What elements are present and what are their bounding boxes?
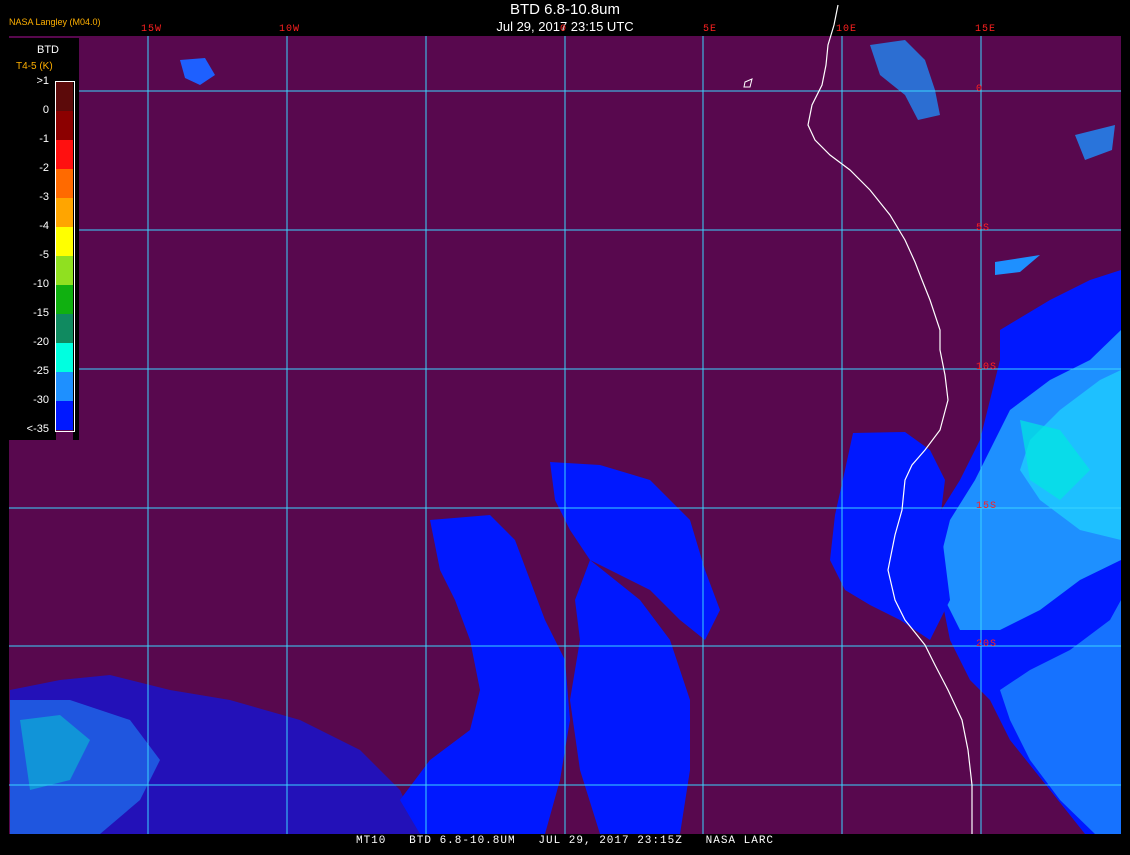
legend-heading: BTD bbox=[37, 44, 59, 56]
lon-label-15e: 15E bbox=[975, 24, 997, 35]
legend-label: -5 bbox=[39, 249, 49, 261]
legend-swatch bbox=[56, 140, 73, 169]
legend-label: -15 bbox=[33, 307, 49, 319]
map-title: BTD 6.8-10.8um bbox=[509, 1, 621, 18]
legend-label: <-35 bbox=[26, 423, 49, 435]
legend-label: -25 bbox=[33, 365, 49, 377]
lon-label-10w: 10W bbox=[279, 24, 301, 35]
legend-swatch bbox=[56, 430, 73, 459]
legend-swatch bbox=[56, 256, 73, 285]
lon-label-0: 0 bbox=[560, 24, 568, 35]
lon-label-5e: 5E bbox=[703, 24, 718, 35]
legend-label: -10 bbox=[33, 278, 49, 290]
color-legend: BTD T4-5 (K) >1 0 -1 -2 -3 -4 -5 -10 -15 -20 -25 -3… bbox=[9, 38, 79, 459]
legend-swatch bbox=[56, 111, 73, 140]
legend-swatch bbox=[56, 198, 73, 227]
legend-swatch bbox=[56, 343, 73, 372]
lat-label-20s: 20S bbox=[976, 639, 998, 650]
legend-label: 0 bbox=[42, 104, 49, 116]
legend-swatch bbox=[56, 372, 73, 401]
map-image bbox=[0, 0, 1130, 850]
lat-label-0: 0 bbox=[976, 84, 984, 95]
legend-label: >1 bbox=[36, 75, 49, 87]
legend-label: -20 bbox=[33, 336, 49, 348]
lon-label-15w: 15W bbox=[141, 24, 163, 35]
legend-label: -1 bbox=[39, 133, 49, 145]
legend-label: -2 bbox=[39, 162, 49, 174]
lon-label-10e: 10E bbox=[836, 24, 858, 35]
lat-label-5s: 5S bbox=[976, 223, 991, 234]
lat-label-15s: 15S bbox=[976, 501, 998, 512]
legend-label: -30 bbox=[33, 394, 49, 406]
legend-swatch bbox=[56, 285, 73, 314]
satellite-map: NASA Langley (M04.0) BTD 6.8-10.8um Jul … bbox=[0, 0, 1130, 850]
legend-swatch bbox=[56, 169, 73, 198]
legend-label: -4 bbox=[39, 220, 49, 232]
lat-label-10s: 10S bbox=[976, 362, 998, 373]
legend-subheading: T4-5 (K) bbox=[16, 61, 53, 72]
legend-swatch bbox=[56, 401, 73, 430]
footer-bar: MT10 BTD 6.8-10.8UM JUL 29, 2017 23:15Z … bbox=[0, 834, 1130, 850]
legend-swatch bbox=[56, 82, 73, 111]
footer-caption: MT10 BTD 6.8-10.8UM JUL 29, 2017 23:15Z … bbox=[355, 835, 775, 847]
legend-swatch bbox=[56, 314, 73, 343]
legend-label: -3 bbox=[39, 191, 49, 203]
legend-swatch bbox=[56, 227, 73, 256]
